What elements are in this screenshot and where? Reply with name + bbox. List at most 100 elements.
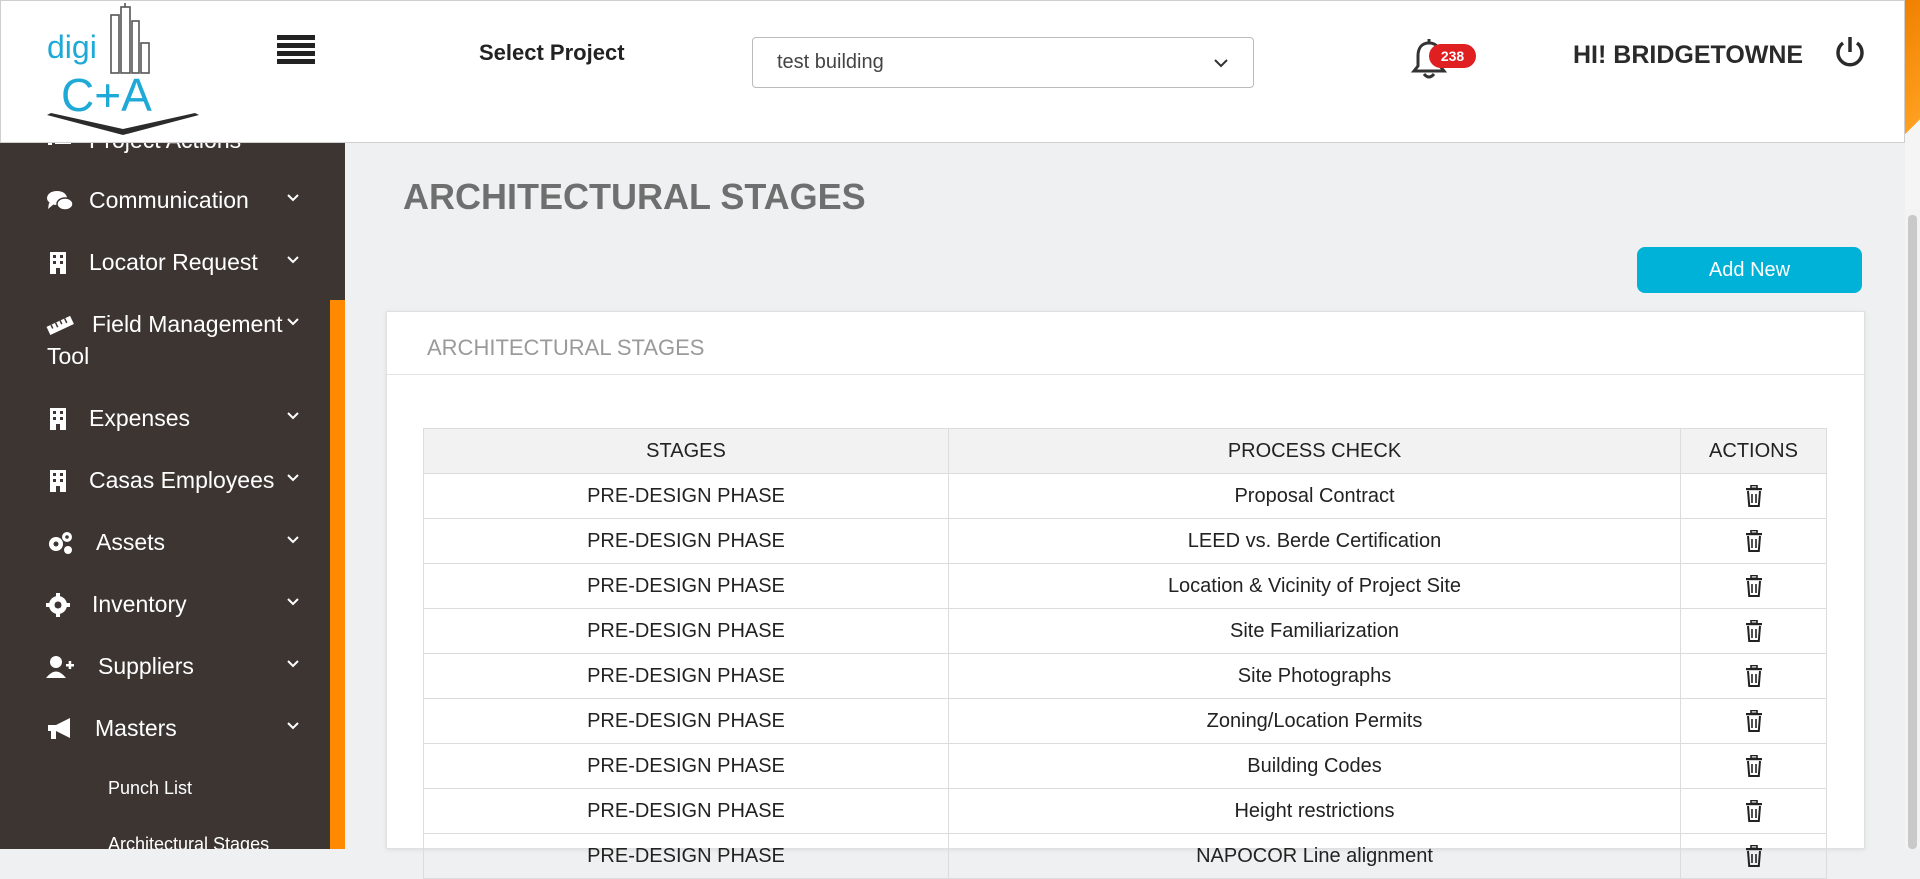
top-header: digi C+A Select Project test building 23… — [0, 0, 1905, 143]
sidebar-subitem-punch-list[interactable]: Punch List — [108, 778, 192, 799]
chevron-down-icon — [287, 194, 299, 202]
trash-icon[interactable] — [1745, 574, 1763, 598]
chevron-down-icon — [287, 412, 299, 420]
sidebar-item-assets[interactable]: Assets — [0, 529, 330, 579]
trash-icon[interactable] — [1745, 799, 1763, 823]
sidebar-item-label: Locator Request — [89, 249, 258, 275]
chevron-down-icon — [287, 474, 299, 482]
table-row: PRE-DESIGN PHASE Zoning/Location Permits — [423, 698, 1827, 744]
sidebar-item-label: Communication — [89, 187, 249, 213]
stage-cell: PRE-DESIGN PHASE — [423, 653, 949, 699]
sidebar-item-label: Inventory — [92, 591, 187, 617]
chevron-down-icon — [287, 536, 299, 544]
process-check-cell: Building Codes — [948, 743, 1681, 789]
add-new-button[interactable]: Add New — [1637, 247, 1862, 293]
user-greeting: HI! BRIDGETOWNE — [1573, 41, 1804, 69]
column-header-process-check[interactable]: PROCESS CHECK — [948, 428, 1681, 474]
sidebar-item-label: Expenses — [89, 405, 191, 431]
megaphone-icon — [48, 718, 70, 739]
sidebar-subitem-architectural-stages[interactable]: Architectural Stages — [108, 834, 269, 849]
ruler-icon — [46, 315, 74, 336]
table-row: PRE-DESIGN PHASE Site Familiarization — [423, 608, 1827, 654]
actions-cell — [1680, 608, 1827, 654]
gear-icon — [46, 593, 70, 617]
sidebar-item-field-management-tool[interactable]: Field Management Tool — [0, 311, 330, 375]
project-select[interactable]: test building — [752, 37, 1254, 88]
actions-cell — [1680, 518, 1827, 564]
chevron-down-icon — [1214, 58, 1228, 67]
sidebar-item-masters[interactable]: Masters — [0, 715, 330, 765]
comments-icon — [47, 191, 74, 211]
trash-icon[interactable] — [1745, 529, 1763, 553]
process-check-cell: Proposal Contract — [948, 473, 1681, 519]
actions-cell — [1680, 833, 1827, 879]
process-check-cell: Site Familiarization — [948, 608, 1681, 654]
table-row: PRE-DESIGN PHASE LEED vs. Berde Certifica… — [423, 518, 1827, 564]
stage-cell: PRE-DESIGN PHASE — [423, 563, 949, 609]
list-icon — [48, 143, 71, 145]
card-title: ARCHITECTURAL STAGES — [427, 335, 705, 360]
chevron-down-icon — [287, 660, 299, 668]
user-plus-icon — [46, 656, 74, 678]
stage-cell: PRE-DESIGN PHASE — [423, 518, 949, 564]
sidebar-item-label: Project Actions — [89, 143, 241, 154]
stages-card: ARCHITECTURAL STAGES STAGES PROCESS CHEC… — [386, 311, 1865, 879]
chevron-down-icon — [287, 722, 299, 730]
trash-icon[interactable] — [1745, 709, 1763, 733]
digi-ca-logo[interactable]: digi C+A — [45, 3, 205, 143]
menu-toggle-icon[interactable] — [277, 35, 315, 71]
table-row: PRE-DESIGN PHASE Location & Vicinity of P… — [423, 563, 1827, 609]
sidebar-accent-stripe — [330, 143, 345, 849]
power-logout-icon[interactable] — [1833, 35, 1867, 69]
sidebar-item-suppliers[interactable]: Suppliers — [0, 653, 330, 703]
scrollbar-thumb[interactable] — [1908, 215, 1917, 849]
actions-cell — [1680, 743, 1827, 789]
process-check-cell: Site Photographs — [948, 653, 1681, 699]
table-row: PRE-DESIGN PHASE Proposal Contract — [423, 473, 1827, 519]
sidebar-item-project-actions[interactable]: Project Actions — [0, 143, 330, 157]
table-header-row: STAGES PROCESS CHECK ACTIONS — [423, 428, 1827, 474]
sidebar-item-label: Suppliers — [98, 653, 194, 679]
building-icon — [50, 470, 66, 492]
trash-icon[interactable] — [1745, 664, 1763, 688]
process-check-cell: Zoning/Location Permits — [948, 698, 1681, 744]
process-check-cell: LEED vs. Berde Certification — [948, 518, 1681, 564]
column-header-actions: ACTIONS — [1680, 428, 1827, 474]
sidebar: Project Actions Communication Locator Re… — [0, 143, 330, 849]
page-scrollbar[interactable] — [1905, 0, 1920, 849]
column-header-stages[interactable]: STAGES — [423, 428, 949, 474]
building-icon — [50, 408, 66, 430]
actions-cell — [1680, 563, 1827, 609]
trash-icon[interactable] — [1745, 484, 1763, 508]
sidebar-item-inventory[interactable]: Inventory — [0, 591, 330, 641]
stage-cell: PRE-DESIGN PHASE — [423, 608, 949, 654]
logo-text-ca: C+A — [61, 69, 152, 121]
stage-cell: PRE-DESIGN PHASE — [423, 833, 949, 879]
actions-cell — [1680, 788, 1827, 834]
process-check-cell: NAPOCOR Line alignment — [948, 833, 1681, 879]
process-check-cell: Height restrictions — [948, 788, 1681, 834]
chevron-down-icon — [287, 256, 299, 264]
table-row: PRE-DESIGN PHASE Site Photographs — [423, 653, 1827, 699]
select-project-label: Select Project — [479, 40, 625, 65]
page-title: ARCHITECTURAL STAGES — [403, 176, 866, 217]
actions-cell — [1680, 698, 1827, 744]
process-check-cell: Location & Vicinity of Project Site — [948, 563, 1681, 609]
sidebar-item-casas-employees[interactable]: Casas Employees — [0, 467, 330, 517]
project-select-value: test building — [777, 51, 884, 73]
stage-cell: PRE-DESIGN PHASE — [423, 473, 949, 519]
sidebar-item-locator-request[interactable]: Locator Request — [0, 249, 330, 299]
sidebar-item-label: Assets — [96, 529, 166, 555]
stage-cell: PRE-DESIGN PHASE — [423, 698, 949, 744]
table-row: PRE-DESIGN PHASE NAPOCOR Line alignment — [423, 833, 1827, 879]
trash-icon[interactable] — [1745, 619, 1763, 643]
sidebar-item-label-line2: Tool — [47, 343, 90, 369]
stage-cell: PRE-DESIGN PHASE — [423, 788, 949, 834]
stage-cell: PRE-DESIGN PHASE — [423, 743, 949, 789]
sidebar-item-expenses[interactable]: Expenses — [0, 405, 330, 455]
chevron-down-icon — [287, 318, 299, 326]
sidebar-item-communication[interactable]: Communication — [0, 187, 330, 237]
card-header: ARCHITECTURAL STAGES — [387, 312, 1864, 375]
trash-icon[interactable] — [1745, 754, 1763, 778]
actions-cell — [1680, 653, 1827, 699]
